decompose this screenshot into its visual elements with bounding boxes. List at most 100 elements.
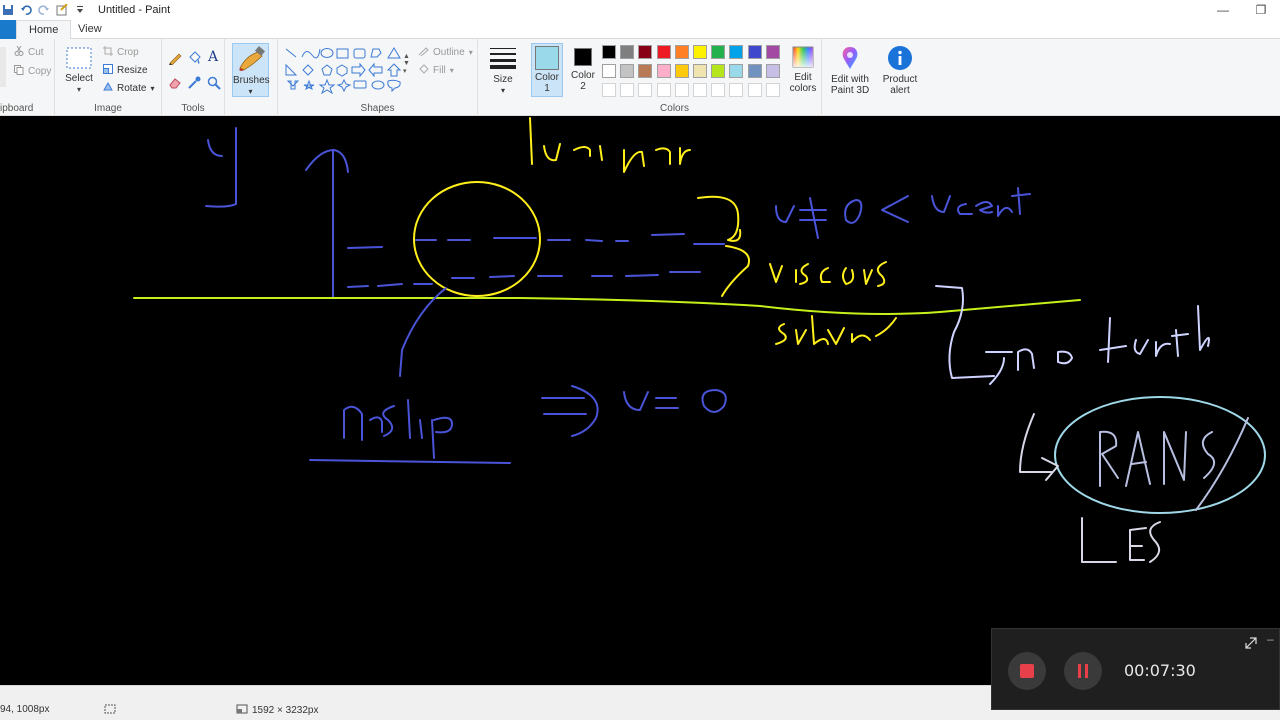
fill-bucket-icon[interactable] bbox=[187, 51, 201, 65]
palette-swatch[interactable] bbox=[656, 64, 671, 78]
restore-button[interactable]: ❐ bbox=[1242, 0, 1280, 20]
image-size-text: 1592 × 3232px bbox=[252, 705, 319, 716]
stroke-viscous bbox=[769, 261, 887, 287]
paste-button[interactable] bbox=[0, 47, 6, 87]
tab-view[interactable]: View bbox=[66, 20, 114, 39]
line-size-icon bbox=[490, 48, 516, 69]
palette-swatch[interactable] bbox=[765, 64, 780, 78]
palette-swatch[interactable] bbox=[729, 45, 744, 59]
palette-swatch[interactable] bbox=[711, 45, 726, 59]
palette-swatch[interactable] bbox=[747, 45, 762, 59]
palette-swatch[interactable] bbox=[711, 64, 726, 78]
palette-custom-slot[interactable] bbox=[747, 83, 762, 97]
outline-button[interactable]: Outline ▾ bbox=[418, 46, 473, 59]
pencil-icon[interactable] bbox=[168, 51, 182, 65]
tools-group-label: Tools bbox=[181, 103, 205, 114]
color-picker-icon[interactable] bbox=[187, 76, 201, 90]
minimize-button[interactable]: — bbox=[1204, 0, 1242, 20]
palette-custom-slot[interactable] bbox=[693, 83, 707, 97]
palette-custom-slot[interactable] bbox=[729, 83, 744, 97]
fill-button[interactable]: Fill ▾ bbox=[418, 64, 454, 77]
edit-with-paint3d-button[interactable]: Edit with Paint 3D bbox=[826, 45, 874, 96]
rotate-label: Rotate bbox=[117, 83, 147, 94]
shapes-scroll[interactable]: ▲ ▼ ▾ bbox=[403, 53, 410, 75]
fill-dropdown-icon: ▾ bbox=[449, 66, 454, 75]
resize-label: Resize bbox=[117, 65, 148, 76]
window-title: Untitled - Paint bbox=[98, 4, 171, 16]
product-alert-button[interactable]: Product alert bbox=[878, 45, 922, 96]
palette-swatch[interactable] bbox=[693, 64, 707, 78]
copy-button[interactable]: Copy bbox=[14, 65, 51, 78]
cut-button[interactable]: Cut bbox=[14, 45, 44, 59]
rotate-button[interactable]: Rotate ▾ bbox=[103, 81, 155, 95]
palette-swatch[interactable] bbox=[638, 45, 653, 59]
save-icon[interactable] bbox=[2, 4, 14, 16]
color1-button[interactable]: Color 1 bbox=[531, 43, 563, 97]
palette-custom-slot[interactable] bbox=[638, 83, 653, 97]
colors-group: Color 1 Color 2 Edit colors Colors bbox=[528, 39, 822, 116]
palette-swatch[interactable] bbox=[638, 64, 653, 78]
crop-button[interactable]: Crop bbox=[103, 46, 139, 59]
file-tab[interactable] bbox=[0, 20, 16, 39]
customize-dropdown-icon[interactable] bbox=[74, 4, 86, 16]
palette-swatch[interactable] bbox=[765, 45, 780, 59]
color2-button[interactable]: Color 2 bbox=[567, 43, 599, 92]
properties-icon[interactable] bbox=[56, 3, 68, 16]
edit-colors-button[interactable]: Edit colors bbox=[786, 45, 820, 94]
image-group: Select ▾ Crop Resize Rotate ▾ Image bbox=[55, 39, 162, 116]
stop-recording-button[interactable] bbox=[1008, 652, 1046, 690]
select-button[interactable]: Select ▾ bbox=[64, 46, 94, 95]
rotate-dropdown-icon: ▾ bbox=[150, 84, 155, 93]
title-bar: Untitled - Paint — ❐ bbox=[0, 0, 1280, 20]
palette-swatch[interactable] bbox=[674, 64, 689, 78]
palette-swatch[interactable] bbox=[602, 64, 616, 78]
select-rect-icon bbox=[66, 47, 92, 69]
stroke-arrow-noturb bbox=[985, 351, 1013, 385]
size-label: Size bbox=[493, 74, 513, 85]
palette-swatch[interactable] bbox=[747, 64, 762, 78]
redo-icon[interactable] bbox=[38, 4, 50, 16]
palette-swatch[interactable] bbox=[693, 45, 707, 59]
pause-recording-button[interactable] bbox=[1064, 652, 1102, 690]
stroke-y-label bbox=[205, 127, 237, 208]
text-tool-icon[interactable]: A bbox=[208, 49, 218, 65]
stroke-no-turb bbox=[1017, 305, 1210, 371]
rainbow-palette-icon bbox=[792, 46, 814, 68]
resize-button[interactable]: Resize bbox=[103, 64, 148, 77]
canvas-drawing bbox=[133, 117, 1266, 563]
palette-custom-slot[interactable] bbox=[602, 83, 616, 97]
recording-elapsed-time: 00:07:30 bbox=[1124, 661, 1196, 680]
stroke-rans-text bbox=[1099, 430, 1215, 487]
minimize-recorder-icon[interactable]: – bbox=[1267, 632, 1277, 646]
stroke-pointer-to-noslip bbox=[399, 287, 447, 377]
stroke-rans-ellipse bbox=[1054, 396, 1266, 514]
resize-icon bbox=[103, 64, 113, 77]
eraser-icon[interactable] bbox=[168, 76, 182, 90]
palette-swatch[interactable] bbox=[620, 64, 635, 78]
paint3d-label-1: Edit with bbox=[831, 74, 869, 85]
palette-swatch[interactable] bbox=[656, 45, 671, 59]
tools-group: A Tools bbox=[162, 39, 225, 116]
palette-custom-slot[interactable] bbox=[765, 83, 780, 97]
undo-icon[interactable] bbox=[20, 4, 32, 16]
tab-home[interactable]: Home bbox=[16, 20, 72, 40]
palette-custom-slot[interactable] bbox=[711, 83, 726, 97]
stroke-noslip bbox=[343, 399, 453, 459]
palette-custom-slot[interactable] bbox=[656, 83, 671, 97]
size-button[interactable]: Size ▾ bbox=[489, 45, 517, 96]
palette-swatch[interactable] bbox=[602, 45, 616, 59]
expand-icon[interactable] bbox=[1244, 636, 1258, 650]
palette-custom-slot[interactable] bbox=[674, 83, 689, 97]
magnifier-icon[interactable] bbox=[207, 76, 221, 90]
palette-swatch[interactable] bbox=[729, 64, 744, 78]
stroke-ucent bbox=[931, 187, 1031, 217]
palette-swatch[interactable] bbox=[674, 45, 689, 59]
fill-icon bbox=[418, 64, 429, 77]
drawing-canvas[interactable] bbox=[0, 117, 1280, 685]
palette-swatch[interactable] bbox=[620, 45, 635, 59]
shapes-gallery[interactable] bbox=[282, 45, 410, 97]
brushes-button[interactable]: Brushes ▾ bbox=[232, 43, 270, 97]
size-group: Size ▾ bbox=[478, 39, 528, 116]
palette-custom-slot[interactable] bbox=[620, 83, 635, 97]
copy-label: Copy bbox=[28, 66, 52, 77]
